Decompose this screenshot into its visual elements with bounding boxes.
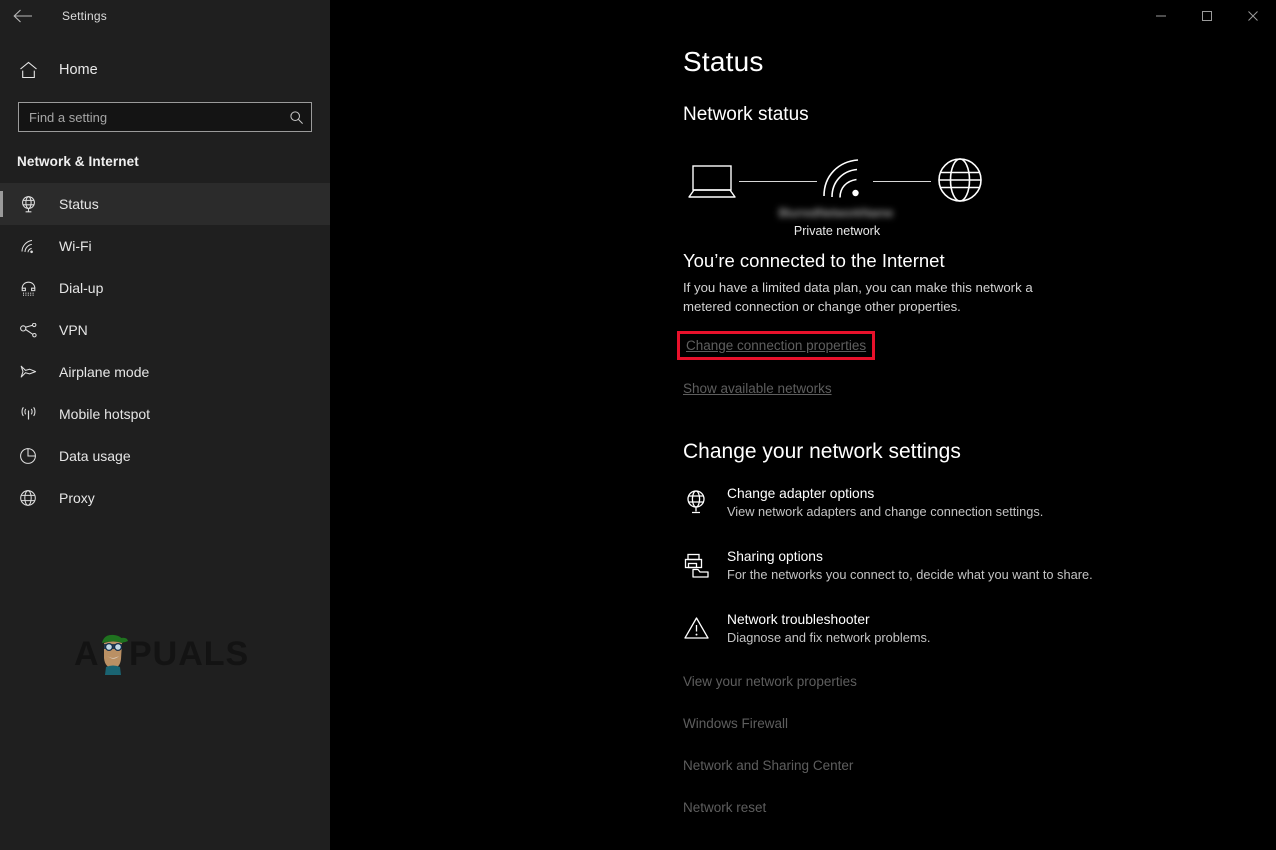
sidebar-item-dialup[interactable]: Dial-up (0, 267, 330, 309)
sidebar: Home Network & Internet (0, 0, 330, 850)
sidebar-item-wifi[interactable]: Wi-Fi (0, 225, 330, 267)
data-usage-pie-icon (19, 444, 47, 468)
back-arrow-icon (13, 9, 33, 23)
change-connection-properties-wrapper: Change connection properties (683, 336, 869, 355)
sidebar-item-label-data-usage: Data usage (59, 448, 131, 464)
network-ssid: BlurredNetworkName (777, 206, 895, 221)
sidebar-item-label-home: Home (59, 62, 98, 78)
window-controls (1138, 0, 1276, 32)
proxy-globe-icon (19, 486, 47, 510)
search-icon[interactable] (281, 110, 311, 125)
airplane-icon (19, 360, 47, 384)
change-connection-properties-link[interactable]: Change connection properties (683, 336, 869, 355)
network-status-heading: Network status (683, 104, 1276, 126)
svg-text:PUALS: PUALS (129, 635, 249, 673)
option-text-sharing-options: Sharing options For the networks you con… (723, 549, 1093, 582)
search-container (0, 102, 330, 132)
option-title: Network troubleshooter (727, 612, 930, 627)
sidebar-category-heading: Network & Internet (0, 154, 330, 169)
sidebar-item-label-wifi: Wi-Fi (59, 238, 92, 254)
settings-window: Settings (0, 0, 1276, 850)
diagram-link-network-to-internet (873, 181, 931, 182)
page-title: Status (683, 46, 1276, 78)
sidebar-item-data-usage[interactable]: Data usage (0, 435, 330, 477)
close-icon (1247, 10, 1259, 22)
network-diagram: BlurredNetworkName Private network (683, 148, 1023, 238)
sidebar-item-vpn[interactable]: VPN (0, 309, 330, 351)
footer-links: View your network properties Windows Fir… (683, 674, 1276, 815)
home-icon (19, 61, 49, 79)
option-network-troubleshooter[interactable]: Network troubleshooter Diagnose and fix … (683, 612, 1276, 646)
back-button[interactable] (0, 0, 46, 32)
connected-description: If you have a limited data plan, you can… (683, 278, 1083, 316)
maximize-button[interactable] (1184, 0, 1230, 32)
search-input[interactable] (19, 110, 281, 125)
hotspot-icon (19, 402, 47, 426)
app-title: Settings (62, 9, 107, 23)
minimize-icon (1155, 10, 1167, 22)
sidebar-item-airplane-mode[interactable]: Airplane mode (0, 351, 330, 393)
option-subtitle: Diagnose and fix network problems. (727, 630, 930, 645)
link-windows-firewall[interactable]: Windows Firewall (683, 716, 1276, 731)
laptop-icon (685, 162, 739, 207)
link-network-reset[interactable]: Network reset (683, 800, 1276, 815)
appuals-mascot-icon (102, 635, 128, 675)
wifi-signal-icon (821, 156, 867, 205)
sidebar-item-label-airplane-mode: Airplane mode (59, 364, 149, 380)
option-sharing-options[interactable]: Sharing options For the networks you con… (683, 549, 1276, 584)
sidebar-item-label-mobile-hotspot: Mobile hotspot (59, 406, 150, 422)
option-text-change-adapter-options: Change adapter options View network adap… (723, 486, 1043, 519)
main-content: Status Network status (330, 0, 1276, 850)
sidebar-item-label-vpn: VPN (59, 322, 88, 338)
sidebar-nav: Status Wi-Fi (0, 183, 330, 519)
warning-triangle-icon (683, 612, 723, 646)
vpn-key-icon (19, 318, 47, 342)
sidebar-item-proxy[interactable]: Proxy (0, 477, 330, 519)
close-button[interactable] (1230, 0, 1276, 32)
sharing-printer-folder-icon (683, 549, 723, 584)
option-text-network-troubleshooter: Network troubleshooter Diagnose and fix … (723, 612, 930, 645)
show-available-networks-link[interactable]: Show available networks (683, 381, 1276, 396)
diagram-link-device-to-network (739, 181, 817, 182)
svg-text:A: A (74, 635, 100, 673)
option-title: Sharing options (727, 549, 1093, 564)
maximize-icon (1201, 10, 1213, 22)
status-globe-icon (19, 192, 47, 216)
link-view-network-properties[interactable]: View your network properties (683, 674, 1276, 689)
change-network-settings-heading: Change your network settings (683, 440, 1276, 464)
connected-heading: You’re connected to the Internet (683, 250, 1276, 272)
sidebar-item-label-status: Status (59, 196, 99, 212)
globe-icon (936, 156, 984, 209)
network-settings-options: Change adapter options View network adap… (683, 486, 1276, 646)
sidebar-item-mobile-hotspot[interactable]: Mobile hotspot (0, 393, 330, 435)
option-change-adapter-options[interactable]: Change adapter options View network adap… (683, 486, 1276, 521)
option-title: Change adapter options (727, 486, 1043, 501)
title-bar: Settings (0, 0, 1276, 32)
sidebar-item-status[interactable]: Status (0, 183, 330, 225)
sidebar-item-label-dialup: Dial-up (59, 280, 103, 296)
link-network-and-sharing-center[interactable]: Network and Sharing Center (683, 758, 1276, 773)
search-box[interactable] (18, 102, 312, 132)
sidebar-item-home[interactable]: Home (0, 50, 330, 90)
network-type-label: Private network (737, 224, 937, 238)
sidebar-item-label-proxy: Proxy (59, 490, 95, 506)
minimize-button[interactable] (1138, 0, 1184, 32)
option-subtitle: For the networks you connect to, decide … (727, 567, 1093, 582)
option-subtitle: View network adapters and change connect… (727, 504, 1043, 519)
wifi-icon (19, 234, 47, 258)
dialup-modem-icon (19, 276, 47, 300)
appuals-watermark: A PUALS (74, 625, 274, 677)
adapter-globe-monitor-icon (683, 486, 723, 521)
